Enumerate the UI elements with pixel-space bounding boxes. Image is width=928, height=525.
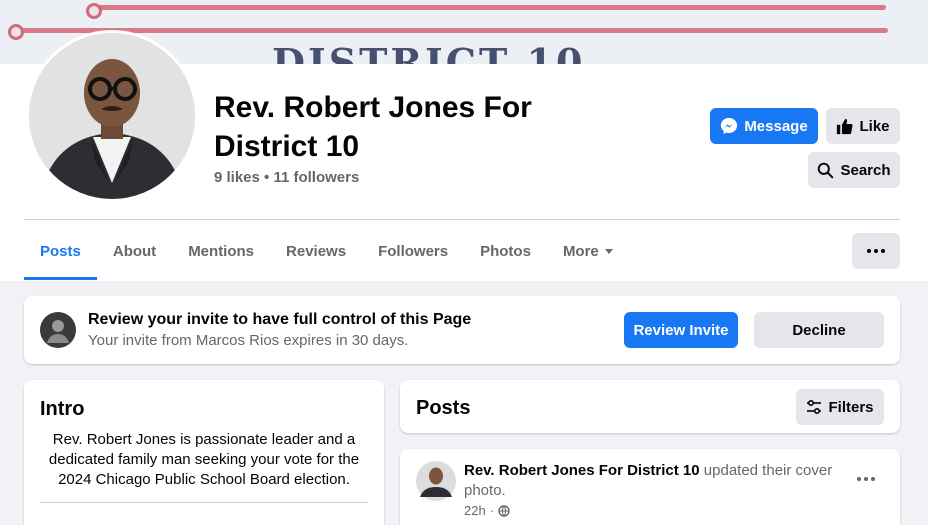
page-stats[interactable]: 9 likes • 11 followers [214,169,359,186]
tab-reviews[interactable]: Reviews [270,222,362,280]
tab-more[interactable]: More [547,222,629,280]
search-button[interactable]: Search [808,152,900,188]
search-button-label: Search [840,161,891,179]
message-button-label: Message [744,117,808,135]
post-card: Rev. Robert Jones For District 10 update… [400,449,900,525]
like-button-label: Like [859,117,890,135]
more-options-button[interactable] [852,233,900,269]
tab-about[interactable]: About [97,222,172,280]
post-options-icon[interactable] [854,471,878,487]
avatar [29,33,195,199]
search-icon [818,162,834,178]
invite-card: Review your invite to have full control … [24,296,900,364]
message-button[interactable]: Message [710,108,818,144]
tab-posts[interactable]: Posts [24,222,97,280]
cover-decoration-dot [86,3,102,19]
post-header-text: Rev. Robert Jones For District 10 update… [464,461,834,501]
review-invite-button[interactable]: Review Invite [624,312,738,348]
thumbs-up-icon [837,118,854,134]
cover-decoration-line [96,5,886,10]
intro-title: Intro [40,398,85,420]
messenger-icon [721,117,738,135]
filters-icon [807,399,822,415]
intro-divider [40,502,368,503]
cover-decoration-dot [8,24,24,40]
posts-header-card: Posts Filters [400,380,900,433]
post-author-name[interactable]: Rev. Robert Jones For District 10 [464,462,700,479]
post-meta: 22h · [464,503,510,518]
page-tabs: Posts About Mentions Reviews Followers P… [24,222,629,280]
posts-title: Posts [416,397,471,419]
decline-button[interactable]: Decline [754,312,884,348]
ellipsis-icon [867,249,885,253]
post-author-avatar[interactable] [416,461,456,501]
post-timestamp[interactable]: 22h [464,503,486,518]
cover-decoration-line [18,28,888,33]
cover-text: DISTRICT 10 [272,40,586,64]
page-header: Rev. Robert Jones For District 10 9 like… [0,30,928,281]
header-divider [24,219,900,220]
tab-followers[interactable]: Followers [362,222,464,280]
tab-photos[interactable]: Photos [464,222,547,280]
separator-dot: · [489,503,495,518]
tab-mentions[interactable]: Mentions [172,222,270,280]
invite-title: Review your invite to have full control … [88,311,472,328]
like-button[interactable]: Like [826,108,900,144]
intro-card: Intro Rev. Robert Jones is passionate le… [24,380,384,525]
profile-picture[interactable] [26,30,198,202]
inviter-avatar[interactable] [40,312,76,348]
intro-text: Rev. Robert Jones is passionate leader a… [48,431,360,488]
globe-icon [498,504,510,517]
caret-down-icon [604,248,613,254]
page-title: Rev. Robert Jones For District 10 [214,91,532,163]
invite-subtitle: Your invite from Marcos Rios expires in … [88,332,409,349]
filters-button[interactable]: Filters [796,389,884,425]
person-photo-icon [29,33,195,199]
